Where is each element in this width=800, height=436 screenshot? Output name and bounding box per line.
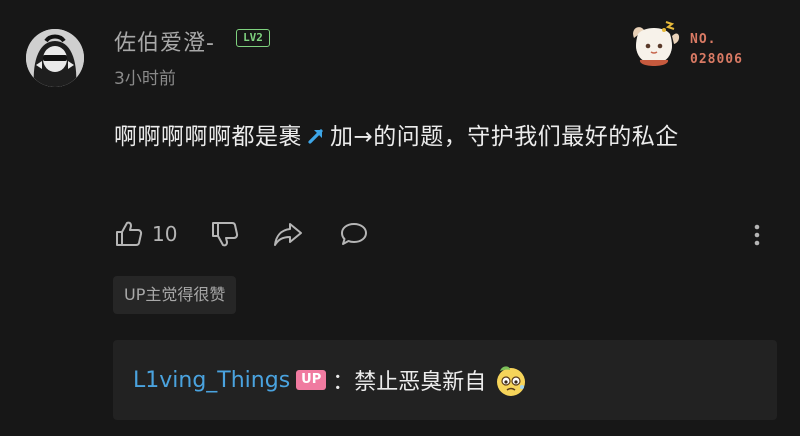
thumbs-up-icon <box>116 221 143 246</box>
comment-actions: 10 <box>114 216 774 252</box>
smelly-face-emoji-icon <box>492 361 530 399</box>
timestamp: 3小时前 <box>114 69 176 89</box>
comment-text: 啊啊啊啊啊都是裹 加→的问题，守护我们最好的私企 <box>114 116 774 158</box>
dislike-button[interactable] <box>210 216 240 252</box>
share-button[interactable] <box>272 216 304 252</box>
avatar-image <box>26 29 84 87</box>
comment-text-part2: 加→的问题，守护我们最好的私企 <box>330 124 679 150</box>
fan-badge-number: NO. 028006 <box>690 30 743 70</box>
fan-badge-no-value: 028006 <box>690 52 743 67</box>
reply-text: ：禁止恶臭新自 <box>332 370 487 395</box>
comment-bubble-icon <box>341 223 367 245</box>
like-button[interactable]: 10 <box>114 216 177 252</box>
share-icon <box>274 223 302 246</box>
reply-line: L1ving_Things UP ：禁止恶臭新自 <box>133 360 530 400</box>
username[interactable]: 佐伯爱澄- <box>114 25 215 57</box>
comment-text-part1: 啊啊啊啊啊都是裹 <box>114 124 302 150</box>
fan-badge-icon[interactable] <box>624 16 684 72</box>
fan-badge-no-label: NO. <box>690 32 717 47</box>
more-options-button[interactable] <box>750 216 764 252</box>
level-badge: LV2 <box>236 29 270 47</box>
arrow-up-right-icon <box>305 119 327 144</box>
reply-username[interactable]: L1ving_Things <box>133 368 290 393</box>
up-liked-chip: UP主觉得很赞 <box>113 276 237 314</box>
thumbs-down-icon <box>212 222 239 247</box>
reply-preview[interactable]: L1ving_Things UP ：禁止恶臭新自 <box>113 340 777 420</box>
more-vertical-icon <box>754 224 760 246</box>
avatar[interactable] <box>26 29 84 87</box>
up-tag: UP <box>296 370 327 390</box>
reply-button[interactable] <box>338 216 370 252</box>
like-count: 10 <box>152 222 178 246</box>
